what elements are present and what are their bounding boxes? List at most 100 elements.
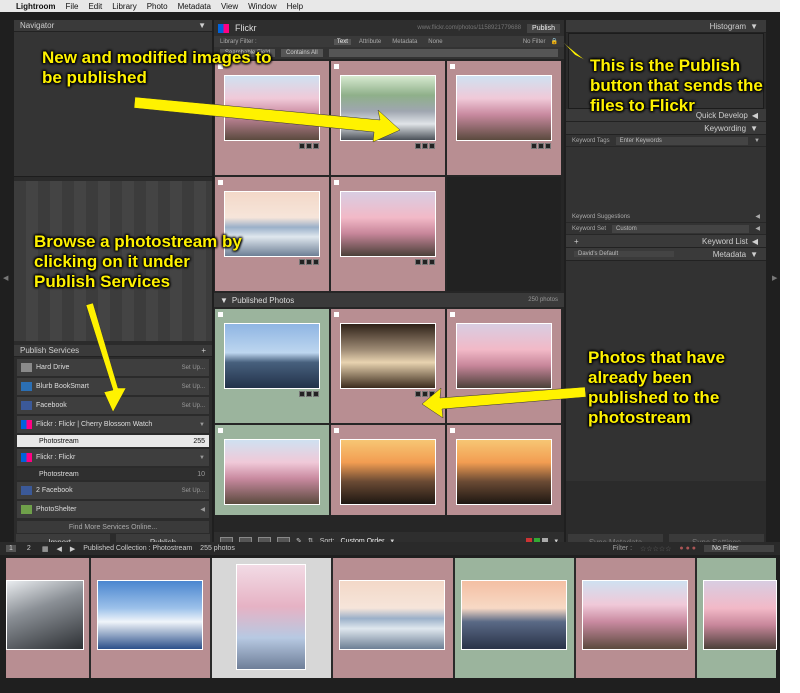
filmstrip-thumbnail[interactable]	[236, 564, 307, 670]
published-photos-header[interactable]: ▼ Published Photos 250 photos	[214, 293, 564, 307]
collapse-triangle-icon[interactable]: ▼	[750, 250, 758, 259]
filmstrip-cell-selected[interactable]	[212, 558, 332, 678]
setup-link[interactable]: Set Up...	[182, 403, 205, 409]
filmstrip-cell[interactable]	[333, 558, 453, 678]
menu-app-name[interactable]: Lightroom	[16, 2, 56, 11]
lock-icon[interactable]: 🔒	[551, 38, 558, 45]
setup-link[interactable]: Set Up...	[182, 384, 205, 390]
filmstrip-thumbnail[interactable]	[339, 580, 446, 650]
menu-view[interactable]: View	[221, 2, 238, 11]
color-filter-icons[interactable]: ● ● ●	[679, 545, 696, 552]
grid-cell[interactable]	[447, 425, 561, 515]
service-facebook[interactable]: Facebook Set Up...	[17, 397, 209, 414]
expand-triangle-icon[interactable]: ◀	[755, 213, 760, 220]
grid-cell[interactable]	[447, 309, 561, 423]
collapse-triangle-icon[interactable]: ▼	[220, 296, 228, 305]
filter-tab-metadata[interactable]: Metadata	[389, 39, 420, 45]
keyword-set-select[interactable]: Custom	[612, 224, 750, 233]
metadata-preset-select[interactable]: David's Default	[574, 251, 674, 257]
photo-thumbnail[interactable]	[340, 191, 436, 257]
service-blurb[interactable]: Blurb BookSmart Set Up...	[17, 378, 209, 395]
back-arrow-icon[interactable]: ◀	[56, 545, 61, 553]
keyword-entry-area[interactable]	[566, 147, 766, 211]
grid-cell[interactable]	[215, 61, 329, 175]
grid-cell[interactable]	[331, 61, 445, 175]
setup-link[interactable]: Set Up...	[182, 365, 205, 371]
filter-tab-none[interactable]: None	[425, 39, 445, 45]
grid-cell[interactable]	[331, 425, 445, 515]
collapse-triangle-icon[interactable]: ◀	[200, 506, 205, 513]
menu-library[interactable]: Library	[112, 2, 136, 11]
rating-filter-icons[interactable]: ☆☆☆☆☆	[640, 545, 671, 553]
filter-tab-text[interactable]: Text	[333, 38, 351, 45]
photostream-collection[interactable]: Photostream 10	[17, 468, 209, 480]
collapse-triangle-icon[interactable]: ▼	[750, 124, 758, 133]
photostream-collection-selected[interactable]: Photostream 255	[17, 435, 209, 447]
grid-cell[interactable]	[447, 61, 561, 175]
menu-file[interactable]: File	[66, 2, 79, 11]
filmstrip-thumbnail[interactable]	[702, 580, 777, 650]
photo-thumbnail[interactable]	[224, 323, 320, 389]
photo-thumbnail[interactable]	[224, 75, 320, 141]
grid-cell[interactable]	[331, 309, 445, 423]
filmstrip-thumbnail[interactable]	[460, 580, 567, 650]
filmstrip-cell[interactable]	[575, 558, 695, 678]
filter-search-input[interactable]	[328, 49, 558, 57]
grid-cell[interactable]	[331, 177, 445, 291]
collapse-triangle-icon[interactable]: ▼	[198, 21, 206, 30]
publish-button[interactable]: Publish	[527, 23, 560, 33]
service-photoshelter[interactable]: PhotoShelter ◀	[17, 501, 209, 518]
grid-cell[interactable]	[215, 309, 329, 423]
service-flickr[interactable]: Flickr : Flickr ▼	[17, 449, 209, 466]
service-flickr-cherry[interactable]: Flickr : Flickr | Cherry Blossom Watch ▼	[17, 416, 209, 433]
filmstrip-thumbnail[interactable]	[581, 580, 688, 650]
expand-triangle-icon[interactable]: ▼	[199, 455, 205, 461]
expand-triangle-icon[interactable]: ◀	[752, 111, 758, 120]
filter-preset[interactable]: No Filter	[523, 39, 546, 45]
flickr-url[interactable]: www.flickr.com/photos/1158921779688	[417, 25, 521, 31]
menu-help[interactable]: Help	[287, 2, 303, 11]
navigator-preview[interactable]	[14, 32, 212, 177]
filter-tab-attribute[interactable]: Attribute	[356, 39, 384, 45]
filmstrip-count[interactable]: 255 photos	[200, 545, 235, 552]
filmstrip-filter-select[interactable]: No Filter	[704, 545, 774, 552]
searchable-field-select[interactable]: Searchable Field	[220, 49, 276, 57]
filmstrip-thumbnail[interactable]	[6, 580, 84, 650]
filmstrip-source[interactable]: Published Collection : Photostream	[83, 545, 192, 552]
photo-thumbnail[interactable]	[340, 75, 436, 141]
keyword-list-header[interactable]: + Keyword List ◀	[566, 235, 766, 248]
service-hard-drive[interactable]: Hard Drive Set Up...	[17, 359, 209, 376]
metadata-header[interactable]: David's Default Metadata ▼	[566, 248, 766, 261]
page-1-button[interactable]: 1	[6, 545, 16, 552]
expand-triangle-icon[interactable]: ◀	[755, 225, 760, 232]
dropdown-icon[interactable]: ▼	[754, 138, 760, 144]
keyword-tags-select[interactable]: Enter Keywords	[615, 136, 749, 145]
right-panel-toggle-icon[interactable]: ▶	[772, 274, 777, 282]
collapse-triangle-icon[interactable]: ▼	[750, 22, 758, 31]
contains-all-select[interactable]: Contains All	[281, 49, 323, 57]
publish-services-header[interactable]: Publish Services +	[14, 345, 212, 357]
photo-thumbnail[interactable]	[224, 439, 320, 505]
filmstrip-cell[interactable]	[454, 558, 574, 678]
expand-triangle-icon[interactable]: ◀	[752, 237, 758, 246]
menu-metadata[interactable]: Metadata	[178, 2, 211, 11]
add-service-icon[interactable]: +	[201, 346, 206, 355]
menu-window[interactable]: Window	[248, 2, 276, 11]
navigator-header[interactable]: Navigator ▼	[14, 20, 212, 32]
grid-cell[interactable]	[215, 177, 329, 291]
grid-icon[interactable]: ▦	[42, 545, 49, 553]
photo-thumbnail[interactable]	[224, 191, 320, 257]
expand-triangle-icon[interactable]: ▼	[199, 422, 205, 428]
photo-thumbnail[interactable]	[340, 323, 436, 389]
photo-thumbnail[interactable]	[456, 439, 552, 505]
filmstrip-cell[interactable]	[6, 558, 90, 678]
forward-arrow-icon[interactable]: ▶	[70, 545, 75, 553]
filmstrip-cell[interactable]	[91, 558, 211, 678]
filmstrip-thumbnail[interactable]	[97, 580, 204, 650]
photo-thumbnail[interactable]	[456, 75, 552, 141]
quick-develop-header[interactable]: Quick Develop ◀	[566, 109, 766, 122]
keyword-suggestions-row[interactable]: Keyword Suggestions ◀	[566, 211, 766, 223]
left-panel-toggle-icon[interactable]: ◀	[3, 274, 8, 282]
add-keyword-icon[interactable]: +	[574, 237, 579, 246]
service-facebook-2[interactable]: 2 Facebook Set Up...	[17, 482, 209, 499]
